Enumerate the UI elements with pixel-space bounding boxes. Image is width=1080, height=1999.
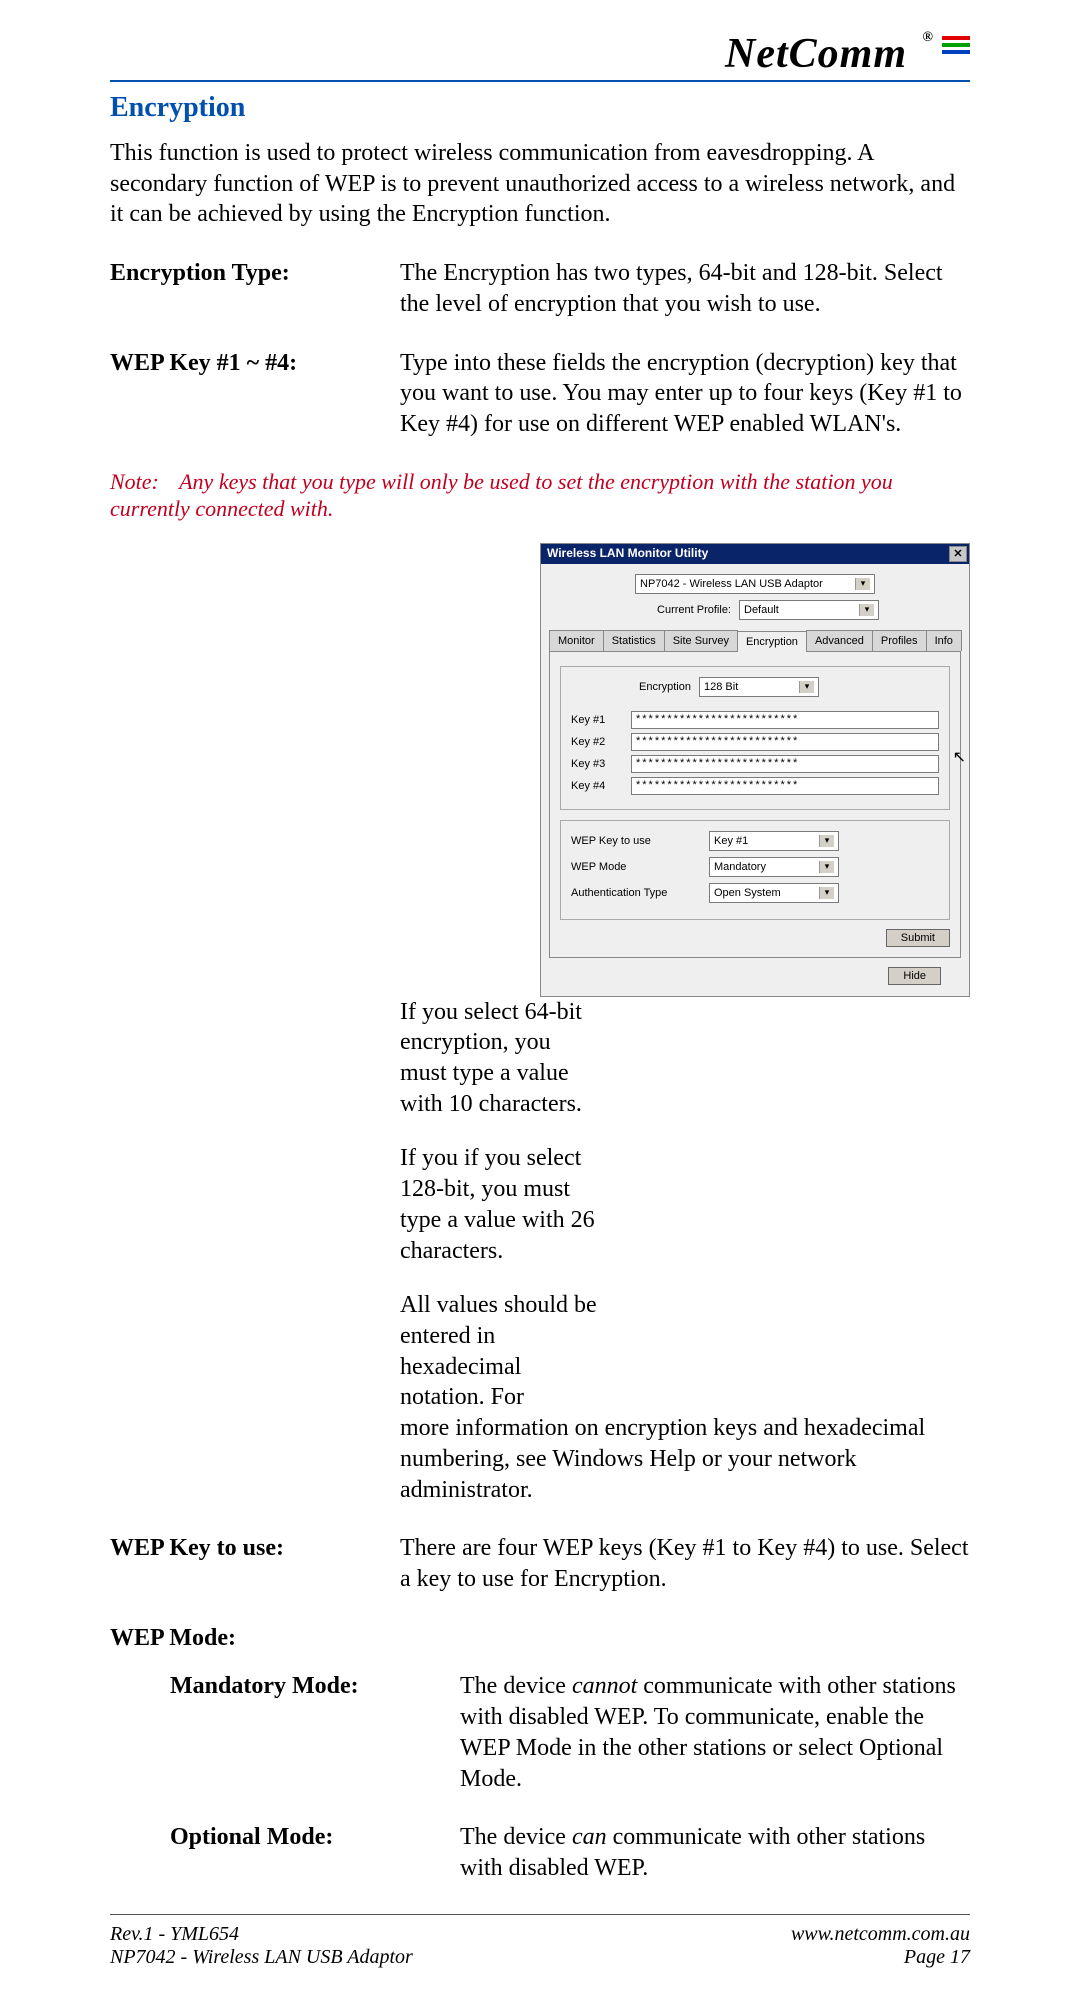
tab-advanced[interactable]: Advanced bbox=[806, 630, 873, 651]
cursor-icon: ↖ bbox=[953, 748, 966, 768]
intro-paragraph: This function is used to protect wireles… bbox=[110, 138, 970, 230]
side-p2: If you if you select 128-bit, you must t… bbox=[400, 1143, 600, 1266]
mandatory-mode-text: The device cannot communicate with other… bbox=[460, 1671, 970, 1794]
brand-text: NetComm bbox=[725, 31, 907, 77]
key2-input[interactable]: ************************** bbox=[631, 733, 939, 751]
tab-encryption[interactable]: Encryption bbox=[737, 631, 807, 652]
note-label: Note: bbox=[110, 468, 174, 496]
wep-keys-label: WEP Key #1 ~ #4: bbox=[110, 348, 400, 440]
chevron-down-icon: ▾ bbox=[819, 887, 834, 899]
auth-type-select[interactable]: Open System ▾ bbox=[709, 883, 839, 903]
side-column: If you select 64-bit encryption, you mus… bbox=[400, 997, 600, 1414]
wep-key-to-use-doclabel: WEP Key to use: bbox=[110, 1533, 400, 1594]
footer-page: Page 17 bbox=[791, 1946, 970, 1969]
submit-button[interactable]: Submit bbox=[886, 929, 950, 947]
close-icon[interactable]: ✕ bbox=[949, 546, 967, 562]
encryption-tabpanel: Encryption 128 Bit ▾ Key #1 ************… bbox=[549, 652, 961, 958]
chevron-down-icon: ▾ bbox=[855, 578, 870, 590]
wep-mode-label2: WEP Mode bbox=[571, 860, 709, 874]
footer-url: www.netcomm.com.au bbox=[791, 1923, 970, 1946]
tab-statistics[interactable]: Statistics bbox=[603, 630, 665, 651]
chevron-down-icon: ▾ bbox=[859, 604, 874, 616]
mandatory-mode-label: Mandatory Mode: bbox=[110, 1671, 460, 1794]
encryption-type-text: The Encryption has two types, 64-bit and… bbox=[400, 258, 970, 319]
auth-type-value: Open System bbox=[714, 886, 781, 900]
auth-type-label: Authentication Type bbox=[571, 886, 709, 900]
adapter-select[interactable]: NP7042 - Wireless LAN USB Adaptor ▾ bbox=[635, 574, 875, 594]
header-rule bbox=[110, 80, 970, 82]
key4-label: Key #4 bbox=[571, 779, 631, 793]
current-profile-select[interactable]: Default ▾ bbox=[739, 600, 879, 620]
tab-monitor[interactable]: Monitor bbox=[549, 630, 604, 651]
key3-label: Key #3 bbox=[571, 757, 631, 771]
key3-input[interactable]: ************************** bbox=[631, 755, 939, 773]
wep-keys-text: Type into these fields the encryption (d… bbox=[400, 348, 970, 440]
section-title: Encryption bbox=[110, 92, 970, 124]
wep-mode-doclabel: WEP Mode: bbox=[110, 1623, 400, 1654]
key1-input[interactable]: ************************** bbox=[631, 711, 939, 729]
side-p3b: more information on encryption keys and … bbox=[400, 1413, 970, 1505]
footer-rev: Rev.1 - YML654 bbox=[110, 1923, 413, 1946]
tab-bar: Monitor Statistics Site Survey Encryptio… bbox=[549, 630, 961, 652]
key2-label: Key #2 bbox=[571, 735, 631, 749]
wep-mode-select[interactable]: Mandatory ▾ bbox=[709, 857, 839, 877]
key1-label: Key #1 bbox=[571, 713, 631, 727]
dialog-title: Wireless LAN Monitor Utility bbox=[547, 546, 708, 561]
dialog-screenshot: Wireless LAN Monitor Utility ✕ NP7042 - … bbox=[540, 543, 970, 997]
encryption-type-label: Encryption Type: bbox=[110, 258, 400, 319]
optional-mode-text: The device can communicate with other st… bbox=[460, 1822, 970, 1883]
tab-info[interactable]: Info bbox=[926, 630, 962, 651]
tab-profiles[interactable]: Profiles bbox=[872, 630, 927, 651]
encryption-level-label: Encryption bbox=[571, 680, 699, 694]
footer-product: NP7042 - Wireless LAN USB Adaptor bbox=[110, 1946, 413, 1969]
note-text: Any keys that you type will only be used… bbox=[110, 469, 893, 522]
logo-bars-icon bbox=[942, 36, 970, 57]
key4-input[interactable]: ************************** bbox=[631, 777, 939, 795]
side-p3a: All values should be entered in hexadeci… bbox=[400, 1290, 600, 1413]
page-footer: Rev.1 - YML654 NP7042 - Wireless LAN USB… bbox=[110, 1923, 970, 1969]
registered-icon: ® bbox=[923, 30, 934, 45]
current-profile-label: Current Profile: bbox=[631, 603, 739, 617]
side-p1: If you select 64-bit encryption, you mus… bbox=[400, 997, 600, 1120]
optional-mode-label: Optional Mode: bbox=[110, 1822, 460, 1883]
encryption-level-value: 128 Bit bbox=[704, 680, 738, 694]
wep-key-to-use-value: Key #1 bbox=[714, 834, 748, 848]
chevron-down-icon: ▾ bbox=[799, 681, 814, 693]
wep-key-to-use-label: WEP Key to use bbox=[571, 834, 709, 848]
wep-key-to-use-doctext: There are four WEP keys (Key #1 to Key #… bbox=[400, 1533, 970, 1594]
wep-mode-value: Mandatory bbox=[714, 860, 766, 874]
brand-logo: NetComm ® bbox=[725, 30, 970, 78]
adapter-value: NP7042 - Wireless LAN USB Adaptor bbox=[640, 577, 823, 591]
note-block: Note: Any keys that you type will only b… bbox=[110, 468, 970, 523]
tab-site-survey[interactable]: Site Survey bbox=[664, 630, 738, 651]
chevron-down-icon: ▾ bbox=[819, 835, 834, 847]
encryption-level-select[interactable]: 128 Bit ▾ bbox=[699, 677, 819, 697]
hide-button[interactable]: Hide bbox=[888, 967, 941, 985]
current-profile-value: Default bbox=[744, 603, 779, 617]
chevron-down-icon: ▾ bbox=[819, 861, 834, 873]
wep-key-to-use-select[interactable]: Key #1 ▾ bbox=[709, 831, 839, 851]
footer-rule bbox=[110, 1914, 970, 1915]
dialog-titlebar: Wireless LAN Monitor Utility ✕ bbox=[541, 544, 969, 564]
